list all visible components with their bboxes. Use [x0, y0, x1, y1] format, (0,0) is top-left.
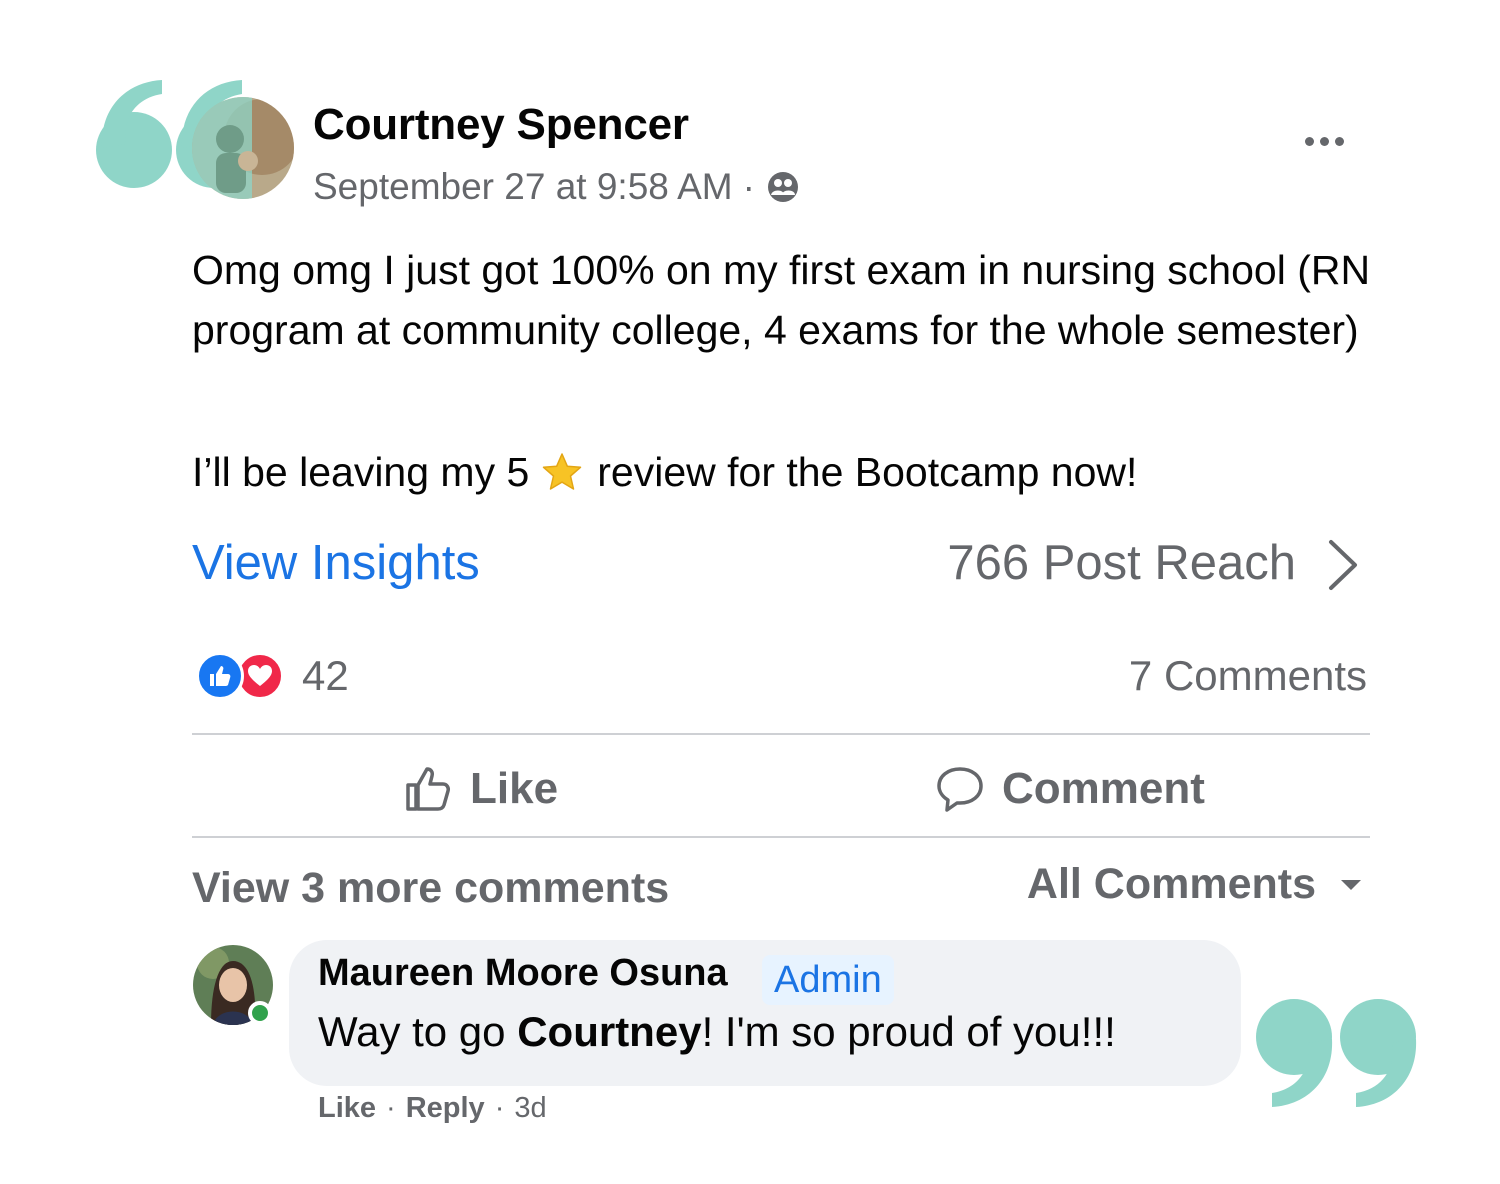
- reaction-count: 42: [302, 652, 349, 699]
- chevron-right-icon[interactable]: [1325, 538, 1361, 592]
- commenter-name[interactable]: Maureen Moore Osuna: [318, 952, 728, 995]
- thumbs-up-icon: [406, 767, 450, 811]
- like-button[interactable]: Like: [404, 752, 558, 826]
- comment-text: Way to go Courtney! I'm so proud of you!…: [318, 1008, 1116, 1056]
- view-more-comments-link[interactable]: View 3 more comments: [192, 864, 669, 913]
- comment-text-before: Way to go: [318, 1008, 518, 1055]
- dot-icon: [1304, 136, 1314, 146]
- caret-down-icon: [1341, 879, 1361, 890]
- post-meta: September 27 at 9:58 AM ·: [313, 166, 799, 208]
- close-quote-icon: [1256, 999, 1417, 1107]
- meta-separator: ·: [742, 166, 755, 207]
- comment-button-label: Comment: [1002, 764, 1205, 813]
- comment-like-link[interactable]: Like: [318, 1092, 376, 1125]
- group-audience-icon[interactable]: [767, 171, 799, 203]
- comment-reply-link[interactable]: Reply: [406, 1092, 485, 1125]
- like-reaction-icon: [196, 652, 244, 700]
- comment-text-after: ! I'm so proud of you!!!: [701, 1008, 1116, 1055]
- comment-actions-separator: ·: [494, 1092, 505, 1124]
- post-body: Omg omg I just got 100% on my first exam…: [192, 240, 1372, 360]
- comment-filter-label: All Comments: [1026, 860, 1316, 908]
- dot-icon: [1319, 136, 1329, 146]
- author-avatar[interactable]: [192, 97, 294, 199]
- more-options-button[interactable]: [1300, 128, 1348, 154]
- post-author-name[interactable]: Courtney Spencer: [313, 100, 689, 150]
- like-button-label: Like: [470, 764, 559, 813]
- comment-age[interactable]: 3d: [514, 1092, 546, 1125]
- reactions-summary[interactable]: 42: [196, 652, 349, 700]
- dot-icon: [1334, 136, 1344, 146]
- post-timestamp[interactable]: September 27 at 9:58 AM: [313, 166, 733, 208]
- comment-actions: Like · Reply · 3d: [318, 1092, 547, 1125]
- post-body-text-after: review for the Bootcamp now!: [597, 449, 1138, 495]
- comment-bubble-icon: [937, 767, 983, 812]
- divider: [192, 836, 1370, 838]
- comment-mention[interactable]: Courtney: [517, 1008, 701, 1055]
- comments-count-link[interactable]: 7 Comments: [1129, 652, 1367, 700]
- comment-filter-dropdown[interactable]: All Comments: [1027, 860, 1362, 909]
- post-reach-link[interactable]: 766 Post Reach: [947, 535, 1296, 591]
- star-icon: [543, 453, 582, 490]
- comment-button[interactable]: Comment: [936, 752, 1205, 826]
- post-body-line2: I’ll be leaving my 5 review for the Boot…: [192, 442, 1137, 502]
- admin-badge: Admin: [762, 955, 894, 1005]
- post-body-text: Omg omg I just got 100% on my first exam…: [192, 247, 1371, 353]
- view-insights-link[interactable]: View Insights: [192, 535, 480, 591]
- post-body-text-before: I’ll be leaving my 5: [192, 449, 530, 495]
- online-status-indicator: [248, 1001, 272, 1025]
- comment-actions-separator: ·: [386, 1092, 396, 1124]
- divider: [192, 733, 1370, 735]
